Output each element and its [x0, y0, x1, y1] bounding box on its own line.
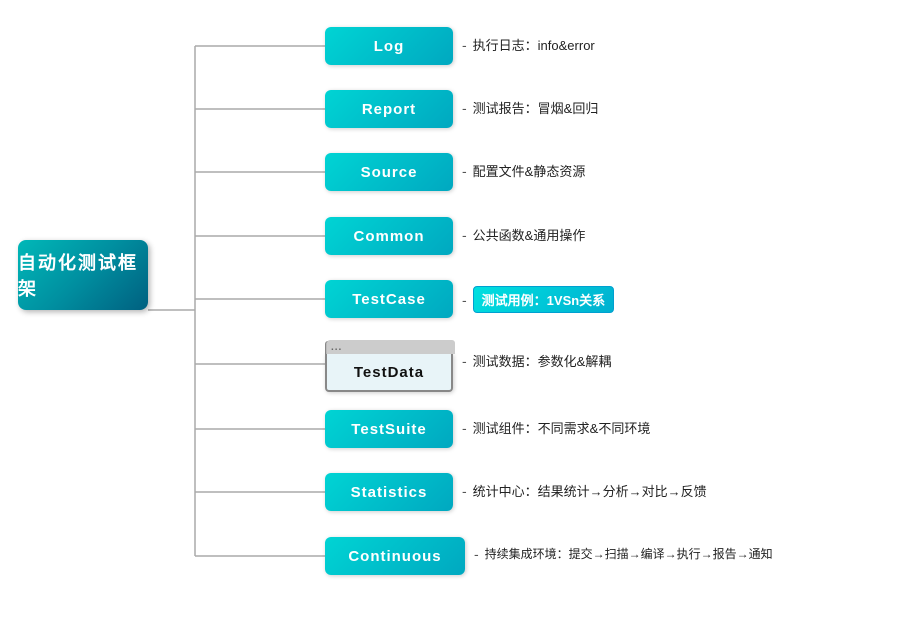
- dash-report: -: [462, 100, 467, 116]
- branch-continuous: Continuous: [325, 537, 465, 575]
- desc-testsuite-text: 测试组件：不同需求&不同环境: [473, 418, 651, 437]
- branch-testcase-label: TestCase: [352, 291, 426, 308]
- dash-testdata: -: [462, 353, 467, 369]
- branch-source: Source: [325, 153, 453, 191]
- desc-testdata: - 测试数据：参数化&解耦: [462, 351, 611, 370]
- branch-continuous-label: Continuous: [348, 548, 441, 565]
- desc-testsuite: - 测试组件：不同需求&不同环境: [462, 418, 650, 437]
- branch-common: Common: [325, 217, 453, 255]
- dash-continuous: -: [474, 546, 479, 562]
- branch-testdata-label: TestData: [354, 364, 424, 381]
- branch-testdata: TestData: [325, 354, 453, 392]
- branch-common-label: Common: [354, 228, 425, 245]
- desc-source-text: 配置文件&静态资源: [473, 161, 586, 180]
- branch-log-label: Log: [374, 38, 405, 55]
- desc-source: - 配置文件&静态资源: [462, 161, 585, 180]
- desc-log-text: 执行日志：info&error: [473, 35, 595, 54]
- branch-report-label: Report: [362, 101, 416, 118]
- branch-testdata-wrapper: · · · TestData: [325, 341, 453, 393]
- branch-source-label: Source: [361, 164, 418, 181]
- dash-testcase: -: [462, 292, 467, 308]
- desc-statistics: - 统计中心：结果统计→分析→对比→反馈: [462, 481, 707, 500]
- desc-common-text: 公共函数&通用操作: [473, 225, 586, 244]
- dash-source: -: [462, 163, 467, 179]
- desc-statistics-text: 统计中心：结果统计→分析→对比→反馈: [473, 481, 707, 500]
- branch-report: Report: [325, 90, 453, 128]
- branch-testsuite-label: TestSuite: [351, 421, 426, 438]
- desc-report: - 测试报告：冒烟&回归: [462, 98, 598, 117]
- root-node: 自动化测试框架: [18, 240, 148, 310]
- branch-statistics-label: Statistics: [351, 484, 428, 501]
- dash-testsuite: -: [462, 420, 467, 436]
- desc-continuous-text: 持续集成环境：提交→扫描→编译→执行→报告→通知: [485, 545, 773, 562]
- desc-testcase: - 测试用例：1VSn关系: [462, 286, 614, 313]
- dash-log: -: [462, 37, 467, 53]
- desc-report-text: 测试报告：冒烟&回归: [473, 98, 599, 117]
- desc-log: - 执行日志：info&error: [462, 35, 595, 54]
- dash-statistics: -: [462, 483, 467, 499]
- desc-testcase-text: 测试用例：1VSn关系: [473, 286, 615, 313]
- root-label: 自动化测试框架: [18, 249, 148, 301]
- desc-testdata-text: 测试数据：参数化&解耦: [473, 351, 612, 370]
- diagram-container: 自动化测试框架 Log - 执行日志：info&error Report - 测…: [0, 0, 913, 620]
- dash-common: -: [462, 227, 467, 243]
- desc-common: - 公共函数&通用操作: [462, 225, 585, 244]
- connector-lines: [0, 0, 913, 620]
- branch-testcase: TestCase: [325, 280, 453, 318]
- branch-statistics: Statistics: [325, 473, 453, 511]
- branch-testsuite: TestSuite: [325, 410, 453, 448]
- desc-continuous: - 持续集成环境：提交→扫描→编译→执行→报告→通知: [474, 545, 773, 562]
- branch-log: Log: [325, 27, 453, 65]
